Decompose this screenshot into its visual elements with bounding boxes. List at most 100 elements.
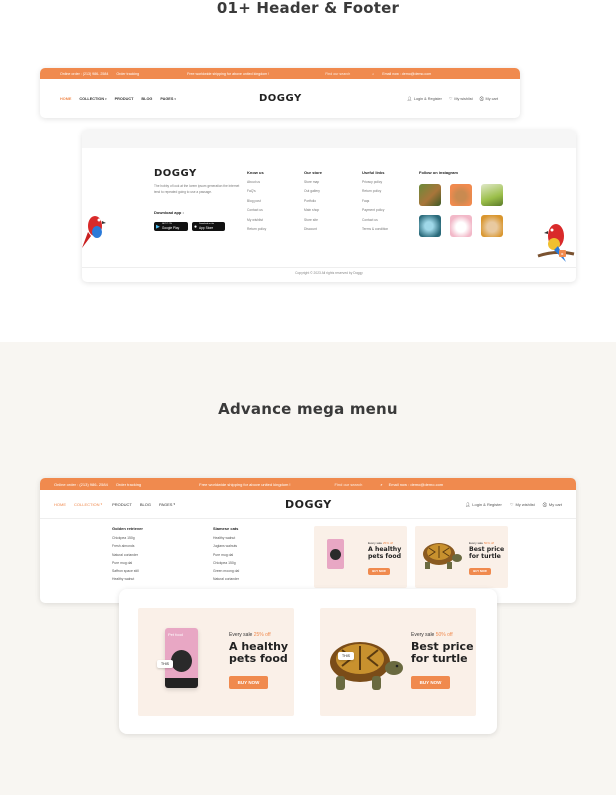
- search-input[interactable]: Find our search: [325, 72, 350, 76]
- mega-menu-link[interactable]: Green moong dal: [213, 569, 239, 573]
- footer-link[interactable]: Faqs: [362, 199, 388, 203]
- google-play-button[interactable]: ▶ GET IT ON Google Play: [154, 222, 188, 231]
- cart-icon: ⛒: [479, 96, 484, 101]
- online-order-text: Online order : (213) 986- 2584: [60, 71, 109, 76]
- cart-link[interactable]: ⛒ My cart: [543, 502, 562, 507]
- footer-link[interactable]: Terms & condition: [362, 227, 388, 231]
- footer-link[interactable]: Payment policy: [362, 208, 388, 212]
- nav-pages[interactable]: PAGES: [160, 97, 173, 101]
- mega-col-title: Golden retriever: [112, 526, 143, 531]
- footer-link[interactable]: Out gallery: [304, 189, 322, 193]
- nav-collection[interactable]: COLLECTION: [79, 97, 104, 101]
- footer-top-strip: [82, 130, 576, 148]
- footer-link[interactable]: About us: [247, 180, 266, 184]
- parrot-left-illustration: [82, 216, 106, 248]
- mega-menu-link[interactable]: Natural coriander: [112, 553, 143, 557]
- header-preview: Online order : (213) 986- 2584 Order tra…: [40, 68, 520, 118]
- app-store-button[interactable]: ● Download on the App Store: [192, 222, 225, 231]
- footer-link[interactable]: Portfolio: [304, 199, 322, 203]
- footer-link[interactable]: My wishlist: [247, 218, 266, 222]
- instagram-photo-rabbit[interactable]: [450, 215, 472, 237]
- mega-menu-link[interactable]: Pure mug dal: [213, 553, 239, 557]
- heart-icon: ♡: [448, 97, 453, 101]
- nav-blog[interactable]: BLOG: [141, 97, 152, 101]
- footer-link[interactable]: Discount: [304, 227, 322, 231]
- mega-menu-link[interactable]: Healthy walnut: [213, 536, 239, 540]
- promo-title: Best price for turtle: [411, 640, 474, 665]
- promo-card-turtle[interactable]: THIS Every sale 50% off Best price for tu…: [320, 608, 476, 716]
- scroll-top-button[interactable]: ▸: [559, 250, 566, 257]
- footer-link[interactable]: Contact us: [362, 218, 388, 222]
- mega-menu-link[interactable]: Chickpea 150g: [213, 561, 239, 565]
- promo-card-food[interactable]: Pet food THIS Every sale 25% off A healt…: [138, 608, 294, 716]
- promo-card-small-turtle[interactable]: Every sale 50% off Best price for turtle …: [415, 526, 508, 588]
- footer-link[interactable]: Return policy: [362, 189, 388, 193]
- search-icon[interactable]: ⌕: [380, 482, 382, 487]
- mega-col-golden-retriever: Golden retriever Chickpea 150g Fresh alm…: [112, 526, 143, 586]
- footer-link[interactable]: Return policy: [247, 227, 266, 231]
- food-bag-image: Pet food: [165, 628, 198, 688]
- instagram-photo-cat[interactable]: [450, 184, 472, 206]
- nav-blog[interactable]: BLOG: [140, 502, 151, 507]
- mega-menu-preview: Online order : (213) 986- 2584 Order tra…: [40, 478, 576, 603]
- footer-link[interactable]: Privacy policy: [362, 180, 388, 184]
- mega-menu-link[interactable]: Pure mug dal: [112, 561, 143, 565]
- price-tag-label: THIS: [338, 652, 354, 660]
- instagram-photo-bird[interactable]: [481, 184, 503, 206]
- header-footer-section: 01+ Header & Footer Online order : (213)…: [0, 0, 616, 342]
- mega-col-title: Siamese cats: [213, 526, 239, 531]
- mega-menu-link[interactable]: Saffron space still: [112, 569, 143, 573]
- search-icon[interactable]: ⌕: [372, 72, 374, 76]
- mega-menu-link[interactable]: Chickpea 150g: [112, 536, 143, 540]
- wishlist-link[interactable]: ♡ My wishlist: [510, 502, 535, 507]
- nav-product[interactable]: PRODUCT: [115, 97, 134, 101]
- mega-menu-link[interactable]: Healthy walnut: [112, 577, 143, 581]
- footer-link[interactable]: Store site: [304, 218, 322, 222]
- price-tag-label: THIS: [157, 660, 173, 668]
- play-icon: ▶: [156, 223, 160, 230]
- order-tracking-link[interactable]: Order tracking: [116, 72, 139, 76]
- logo[interactable]: DOGGY: [285, 498, 332, 511]
- user-icon: 👤︎: [407, 97, 412, 101]
- instagram-photo-kitten[interactable]: [481, 215, 503, 237]
- mega-menu-link[interactable]: Juglans walnuts: [213, 544, 239, 548]
- mega-menu-link[interactable]: Fresh almonds: [112, 544, 143, 548]
- buy-now-button[interactable]: BUY NOW: [368, 568, 390, 575]
- nav-collection[interactable]: COLLECTION: [74, 502, 100, 507]
- login-link[interactable]: 👤︎ Login & Register: [407, 96, 442, 102]
- chevron-down-icon: ▾: [173, 502, 175, 506]
- search-input[interactable]: Find our search: [335, 482, 363, 487]
- buy-now-button[interactable]: BUY NOW: [229, 676, 268, 689]
- footer-link[interactable]: Store map: [304, 180, 322, 184]
- email-text: Email now : demo@demo.com: [388, 481, 444, 487]
- nav-home[interactable]: HOME: [54, 502, 66, 507]
- instagram-photo-dog[interactable]: [419, 184, 441, 206]
- instagram-photo-fish[interactable]: [419, 215, 441, 237]
- order-tracking-link[interactable]: Order tracking: [116, 482, 141, 487]
- zoomed-promo-preview: Pet food THIS Every sale 25% off A healt…: [119, 589, 497, 734]
- footer-link[interactable]: Blog post: [247, 199, 266, 203]
- footer-link[interactable]: Contact us: [247, 208, 266, 212]
- apple-icon: ●: [194, 223, 198, 230]
- buy-now-button[interactable]: BUY NOW: [469, 568, 491, 575]
- nav-divider: [40, 518, 576, 519]
- nav-home[interactable]: HOME: [60, 97, 71, 101]
- shipping-text: Free worldwide shipping for above united…: [199, 481, 291, 487]
- footer-link[interactable]: FaQ's: [247, 189, 266, 193]
- buy-now-button[interactable]: BUY NOW: [411, 676, 450, 689]
- promo-card-small-food[interactable]: Every sale 25% off A healthy pets food BU…: [314, 526, 407, 588]
- wishlist-link[interactable]: ♡ My wishlist: [448, 96, 473, 102]
- cart-link[interactable]: ⛒ My cart: [480, 97, 498, 101]
- google-play-label: Google Play: [161, 225, 180, 230]
- nav-pages[interactable]: PAGES: [159, 502, 173, 507]
- mega-menu-link[interactable]: Natural coriander: [213, 577, 239, 581]
- promo-sale-text: Every sale 25% off: [368, 541, 393, 545]
- footer-link[interactable]: Main shop: [304, 208, 322, 212]
- wishlist-label: My wishlist: [515, 501, 535, 507]
- chevron-down-icon: ▾: [105, 96, 107, 101]
- footer-logo: DOGGY: [154, 168, 197, 179]
- cart-label: My cart: [548, 501, 562, 507]
- logo[interactable]: DOGGY: [259, 93, 302, 104]
- nav-product[interactable]: PRODUCT: [112, 502, 132, 507]
- login-link[interactable]: 👤︎ Login & Register: [465, 502, 502, 507]
